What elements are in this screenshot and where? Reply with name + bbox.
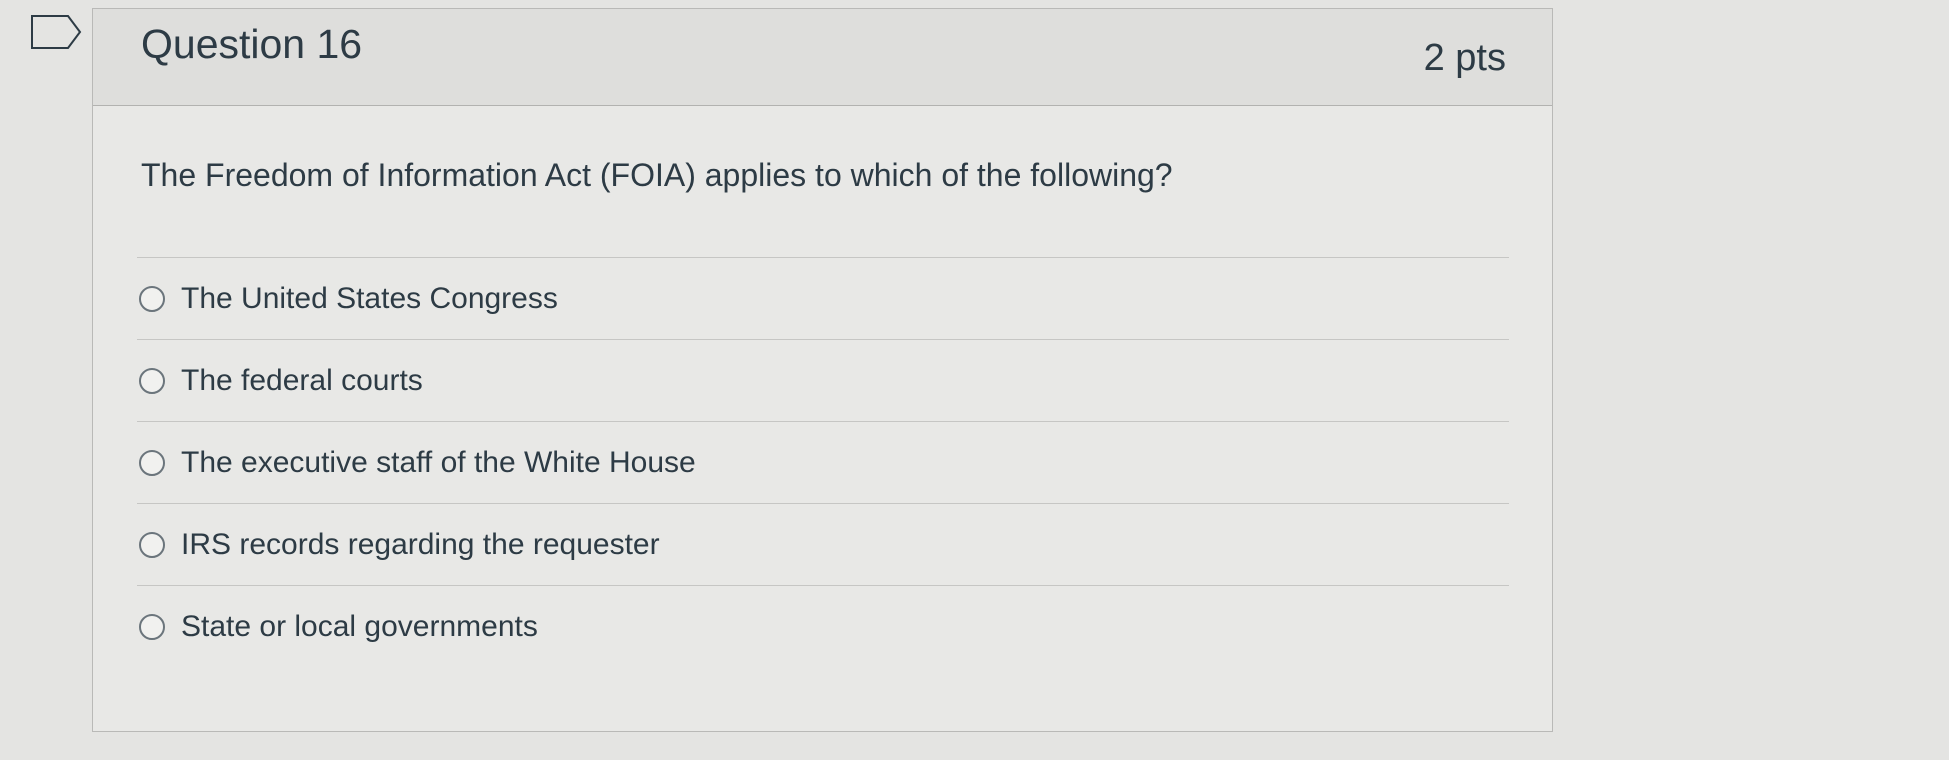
answer-option-3[interactable]: The executive staff of the White House bbox=[137, 422, 1509, 504]
answer-option-4[interactable]: IRS records regarding the requester bbox=[137, 504, 1509, 586]
answer-label[interactable]: State or local governments bbox=[181, 610, 538, 644]
answer-label[interactable]: The United States Congress bbox=[181, 282, 558, 316]
radio-button-icon[interactable] bbox=[139, 614, 165, 640]
answer-label[interactable]: The executive staff of the White House bbox=[181, 446, 696, 480]
radio-button-icon[interactable] bbox=[139, 531, 165, 558]
answer-option-2[interactable]: The federal courts bbox=[137, 340, 1509, 422]
answer-label[interactable]: The federal courts bbox=[181, 364, 423, 398]
radio-button-icon[interactable] bbox=[139, 449, 165, 476]
flag-question-icon[interactable] bbox=[28, 12, 84, 52]
question-header: Question 16 2 pts bbox=[93, 9, 1552, 106]
answer-option-5[interactable]: State or local governments bbox=[137, 586, 1509, 668]
question-card: Question 16 2 pts The Freedom of Informa… bbox=[92, 8, 1553, 732]
answer-list: The United States Congress The federal c… bbox=[137, 257, 1509, 668]
answer-option-1[interactable]: The United States Congress bbox=[137, 258, 1509, 340]
question-text: The Freedom of Information Act (FOIA) ap… bbox=[141, 157, 1173, 193]
radio-button-icon[interactable] bbox=[139, 285, 165, 312]
radio-button-icon[interactable] bbox=[139, 367, 165, 394]
answer-label[interactable]: IRS records regarding the requester bbox=[181, 528, 660, 562]
question-points: 2 pts bbox=[1423, 37, 1506, 79]
question-title: Question 16 bbox=[141, 21, 363, 67]
